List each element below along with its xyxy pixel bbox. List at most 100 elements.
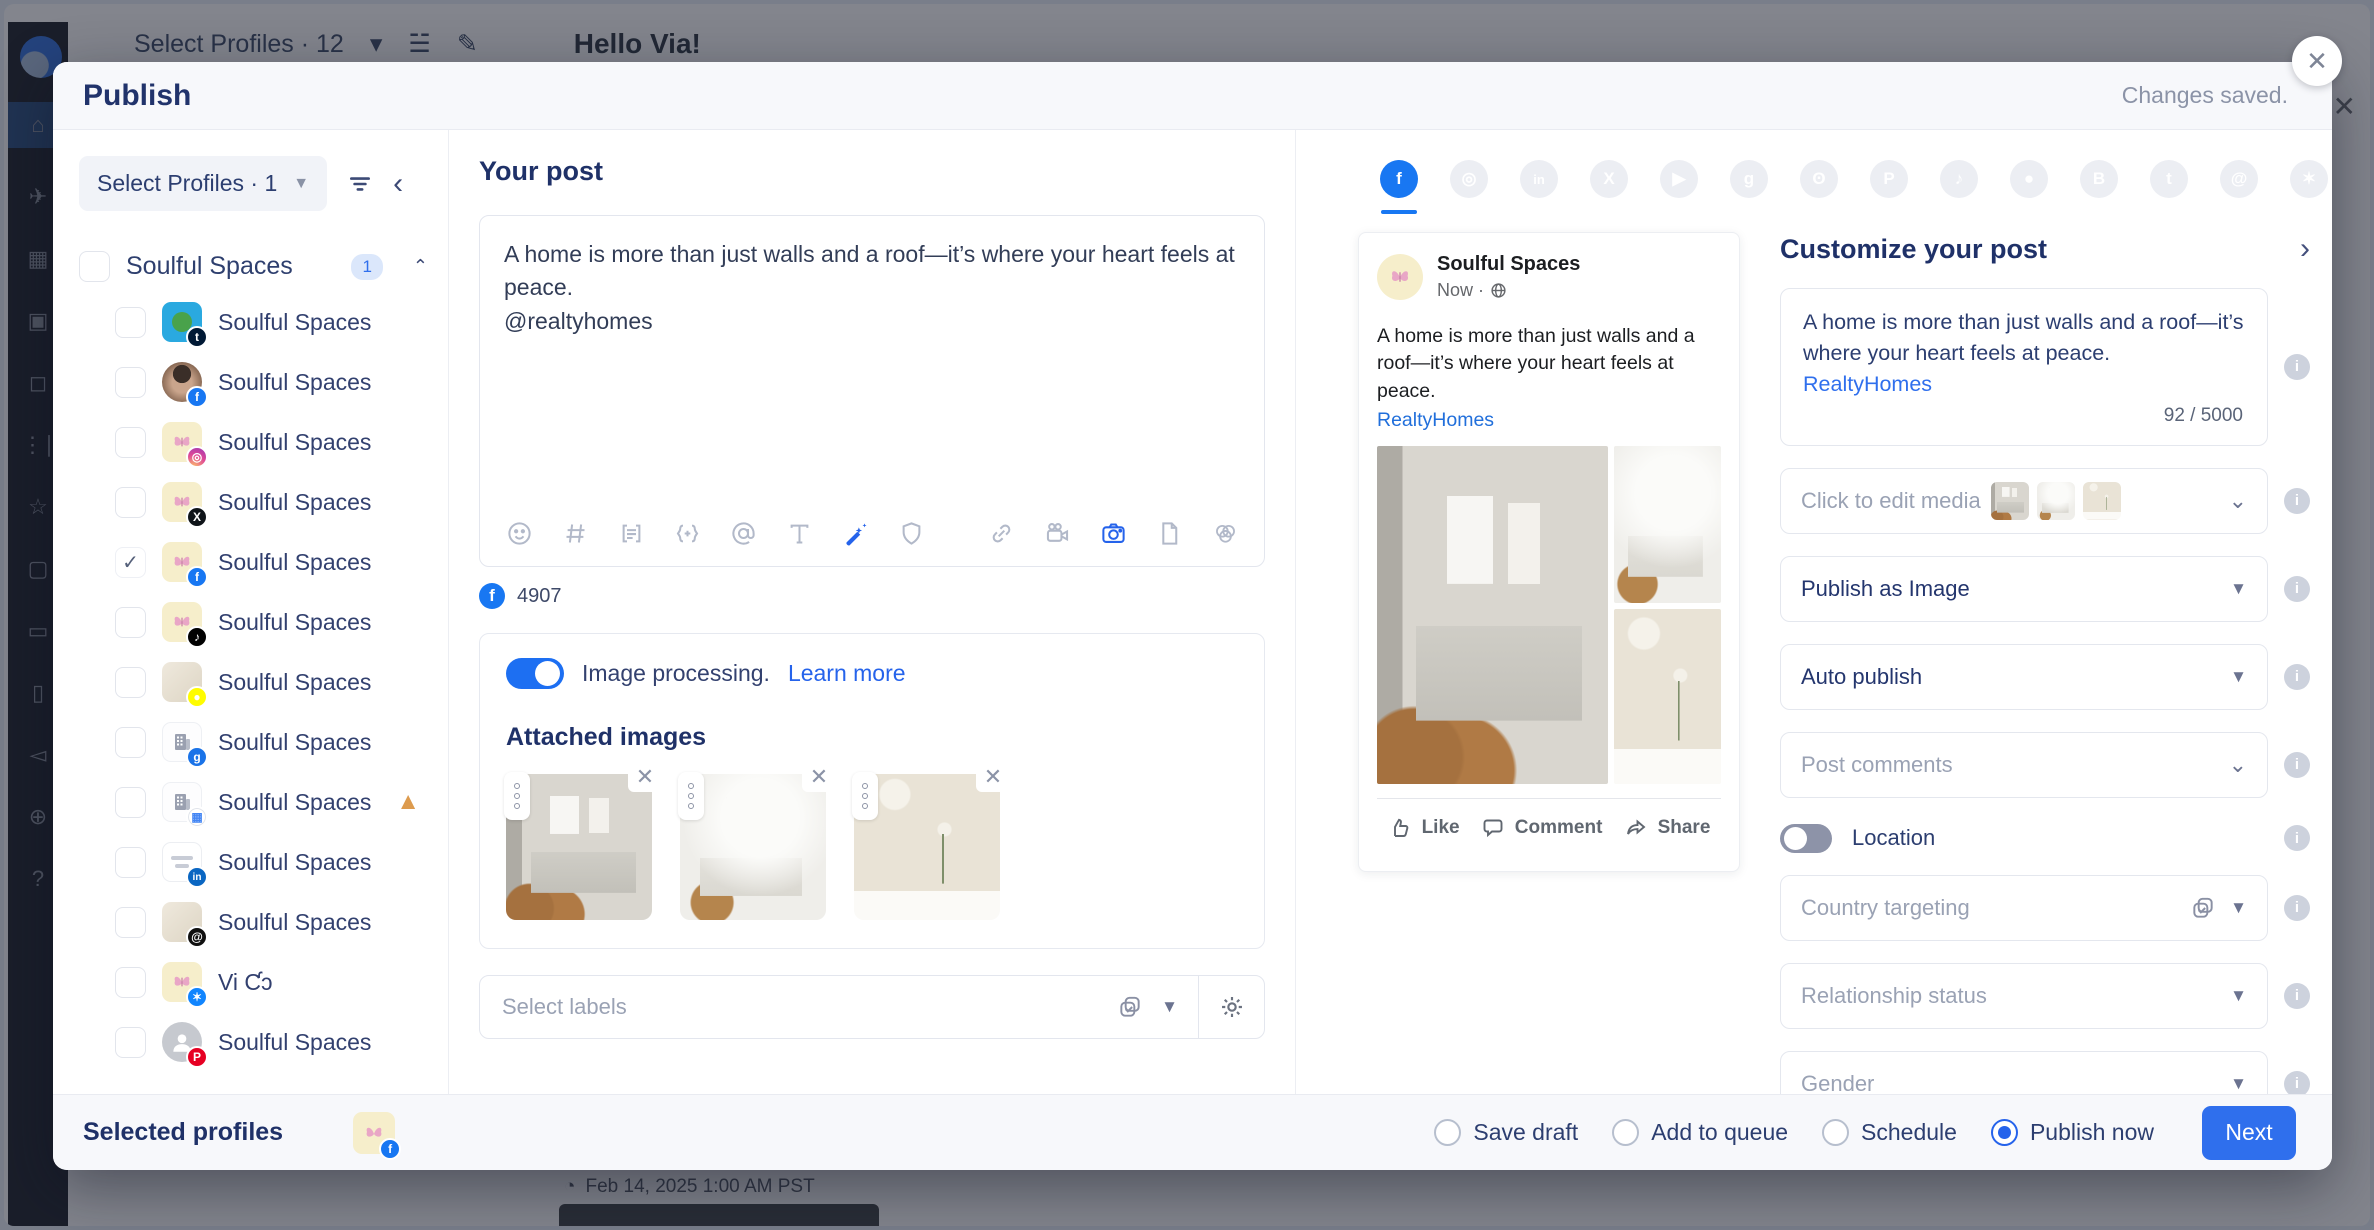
profile-checkbox[interactable] bbox=[115, 1027, 146, 1058]
profile-row[interactable]: ✓fSoulful Spaces bbox=[79, 532, 428, 592]
ai-assistant-icon[interactable] bbox=[840, 518, 870, 548]
hashtag-icon[interactable] bbox=[560, 518, 590, 548]
attached-image[interactable]: ✕ bbox=[506, 774, 652, 920]
remove-image-button[interactable]: ✕ bbox=[802, 762, 836, 792]
profile-row[interactable]: ✶Vi Ƈɔ bbox=[79, 952, 428, 1012]
media-library-icon[interactable] bbox=[1210, 518, 1240, 548]
profile-checkbox[interactable] bbox=[115, 967, 146, 998]
select-labels-field[interactable]: Select labels ▼ bbox=[479, 975, 1265, 1039]
info-icon[interactable]: i bbox=[2284, 664, 2310, 690]
remove-image-button[interactable]: ✕ bbox=[976, 762, 1010, 792]
drag-handle-icon[interactable] bbox=[678, 772, 704, 820]
publish-as-select[interactable]: Publish as Image ▼ bbox=[1780, 556, 2268, 622]
info-icon[interactable]: i bbox=[2284, 825, 2310, 851]
profile-row[interactable]: tSoulful Spaces bbox=[79, 292, 428, 352]
caret-down-icon[interactable]: ▼ bbox=[1161, 997, 1178, 1017]
like-button[interactable]: Like bbox=[1388, 816, 1460, 840]
learn-more-link[interactable]: Learn more bbox=[788, 660, 906, 687]
post-comments-select[interactable]: Post comments ⌄ bbox=[1780, 732, 2268, 798]
profile-row[interactable]: PSoulful Spaces bbox=[79, 1012, 428, 1072]
publish-option-schedule[interactable]: Schedule bbox=[1822, 1119, 1957, 1146]
profile-row[interactable]: @Soulful Spaces bbox=[79, 892, 428, 952]
info-icon[interactable]: i bbox=[2284, 354, 2310, 380]
shield-icon[interactable] bbox=[896, 518, 926, 548]
customize-link[interactable]: RealtyHomes bbox=[1803, 372, 1932, 396]
comment-button[interactable]: Comment bbox=[1481, 816, 1603, 840]
share-button[interactable]: Share bbox=[1624, 816, 1711, 840]
info-icon[interactable]: i bbox=[2284, 488, 2310, 514]
network-tab-snapchat[interactable]: ● bbox=[2010, 160, 2048, 214]
profile-checkbox[interactable] bbox=[115, 427, 146, 458]
profile-checkbox[interactable] bbox=[115, 367, 146, 398]
next-button[interactable]: Next bbox=[2202, 1106, 2296, 1160]
info-icon[interactable]: i bbox=[2284, 1071, 2310, 1094]
info-icon[interactable]: i bbox=[2284, 752, 2310, 778]
snippet-icon[interactable] bbox=[616, 518, 646, 548]
info-icon[interactable]: i bbox=[2284, 576, 2310, 602]
text-format-icon[interactable] bbox=[784, 518, 814, 548]
location-toggle[interactable] bbox=[1780, 824, 1832, 853]
profile-checkbox[interactable] bbox=[115, 847, 146, 878]
edit-media-field[interactable]: Click to edit media ⌄ bbox=[1780, 468, 2268, 534]
drag-handle-icon[interactable] bbox=[504, 772, 530, 820]
relationship-status-select[interactable]: Relationship status ▼ bbox=[1780, 963, 2268, 1029]
publish-option-save-draft[interactable]: Save draft bbox=[1434, 1119, 1578, 1146]
warning-icon[interactable]: ▲ bbox=[396, 788, 420, 816]
filter-profiles-button[interactable] bbox=[347, 171, 373, 197]
profile-row[interactable]: ◎Soulful Spaces bbox=[79, 412, 428, 472]
link-icon[interactable] bbox=[986, 518, 1016, 548]
profile-checkbox[interactable] bbox=[115, 487, 146, 518]
profile-row[interactable]: ●Soulful Spaces bbox=[79, 652, 428, 712]
network-tab-reddit[interactable]: ʘ bbox=[1800, 160, 1838, 214]
network-tab-pinterest[interactable]: P bbox=[1870, 160, 1908, 214]
document-icon[interactable] bbox=[1154, 518, 1184, 548]
customize-text-field[interactable]: A home is more than just walls and a roo… bbox=[1780, 288, 2268, 446]
image-processing-toggle[interactable] bbox=[506, 658, 564, 689]
emoji-icon[interactable] bbox=[504, 518, 534, 548]
profile-checkbox[interactable] bbox=[115, 607, 146, 638]
group-checkbox[interactable] bbox=[79, 251, 110, 282]
video-icon[interactable] bbox=[1042, 518, 1072, 548]
drag-handle-icon[interactable] bbox=[852, 772, 878, 820]
labels-settings-button[interactable] bbox=[1198, 976, 1264, 1038]
profile-row[interactable]: XSoulful Spaces bbox=[79, 472, 428, 532]
profile-row[interactable]: inSoulful Spaces bbox=[79, 832, 428, 892]
variable-icon[interactable] bbox=[672, 518, 702, 548]
network-tab-blogger[interactable]: B bbox=[2080, 160, 2118, 214]
info-icon[interactable]: i bbox=[2284, 895, 2310, 921]
profile-row[interactable]: gSoulful Spaces bbox=[79, 712, 428, 772]
profile-checkbox[interactable] bbox=[115, 307, 146, 338]
network-tab-tumblr[interactable]: t bbox=[2150, 160, 2188, 214]
preview-link[interactable]: RealtyHomes bbox=[1377, 407, 1721, 434]
network-tab-bluesky[interactable]: ✶ bbox=[2290, 160, 2328, 214]
chevron-right-icon[interactable]: › bbox=[2300, 232, 2310, 266]
profile-checkbox[interactable] bbox=[115, 727, 146, 758]
profile-row[interactable]: fSoulful Spaces bbox=[79, 352, 428, 412]
publish-option-publish-now[interactable]: Publish now bbox=[1991, 1119, 2154, 1146]
photo-icon[interactable] bbox=[1098, 518, 1128, 548]
network-tab-x[interactable]: X bbox=[1590, 160, 1628, 214]
collapse-panel-button[interactable]: ‹ bbox=[393, 167, 403, 201]
country-targeting-select[interactable]: Country targeting ▼ bbox=[1780, 875, 2268, 941]
publish-option-add-to-queue[interactable]: Add to queue bbox=[1612, 1119, 1788, 1146]
info-icon[interactable]: i bbox=[2284, 983, 2310, 1009]
profile-row[interactable]: ♪Soulful Spaces bbox=[79, 592, 428, 652]
remove-image-button[interactable]: ✕ bbox=[628, 762, 662, 792]
network-tab-google-business[interactable]: g bbox=[1730, 160, 1768, 214]
gender-select[interactable]: Gender ▼ bbox=[1780, 1051, 2268, 1094]
attached-image[interactable]: ✕ bbox=[854, 774, 1000, 920]
network-tab-youtube[interactable]: ▶ bbox=[1660, 160, 1698, 214]
profile-checkbox[interactable] bbox=[115, 667, 146, 698]
mention-icon[interactable] bbox=[728, 518, 758, 548]
attached-image[interactable]: ✕ bbox=[680, 774, 826, 920]
chevron-up-icon[interactable]: ⌃ bbox=[413, 256, 428, 277]
network-tab-threads[interactable]: @ bbox=[2220, 160, 2258, 214]
network-tab-facebook[interactable]: f bbox=[1380, 160, 1418, 214]
profile-checkbox[interactable] bbox=[115, 787, 146, 818]
profile-checkbox[interactable] bbox=[115, 907, 146, 938]
network-tab-tiktok[interactable]: ♪ bbox=[1940, 160, 1978, 214]
post-text-input[interactable]: A home is more than just walls and a roo… bbox=[480, 216, 1264, 504]
profile-row[interactable]: ▦Soulful Spaces▲ bbox=[79, 772, 428, 832]
select-profiles-dropdown[interactable]: Select Profiles · 1 ▼ bbox=[79, 156, 327, 211]
network-tab-linkedin[interactable]: in bbox=[1520, 160, 1558, 214]
